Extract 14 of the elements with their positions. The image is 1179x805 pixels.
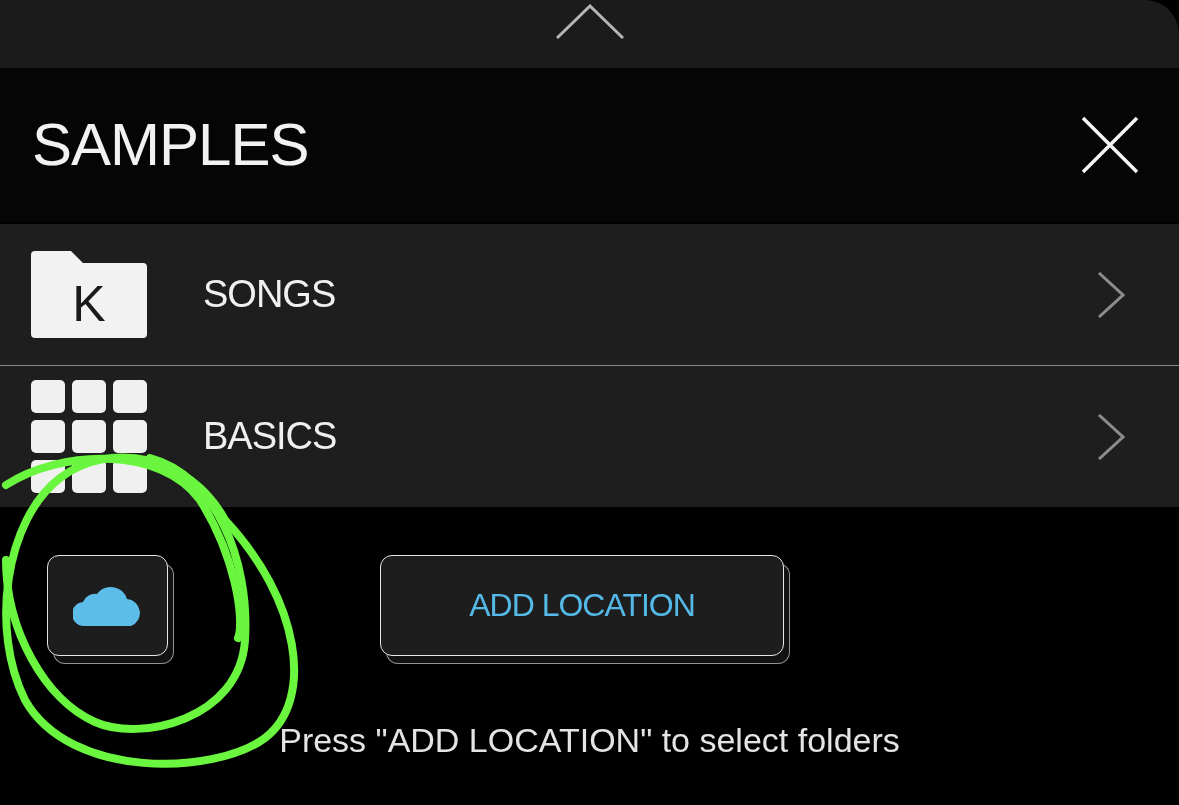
- chevron-right-icon: [1097, 413, 1125, 460]
- list-item-label: SONGS: [203, 273, 337, 316]
- close-button[interactable]: [1081, 116, 1139, 174]
- help-text: Press "ADD LOCATION" to select folders: [278, 720, 901, 761]
- cloud-icon: [72, 585, 143, 626]
- chevron-right-icon: [1097, 271, 1125, 318]
- panel-title: SAMPLES: [32, 115, 309, 175]
- folder-icon: K: [31, 251, 147, 338]
- list-item[interactable]: BASICS: [0, 365, 1179, 507]
- close-icon: [1081, 116, 1139, 174]
- grid-icon: [31, 380, 147, 493]
- chevron-up-icon[interactable]: [555, 4, 624, 39]
- list-item[interactable]: K SONGS: [0, 224, 1179, 365]
- list-item-label: BASICS: [203, 415, 338, 458]
